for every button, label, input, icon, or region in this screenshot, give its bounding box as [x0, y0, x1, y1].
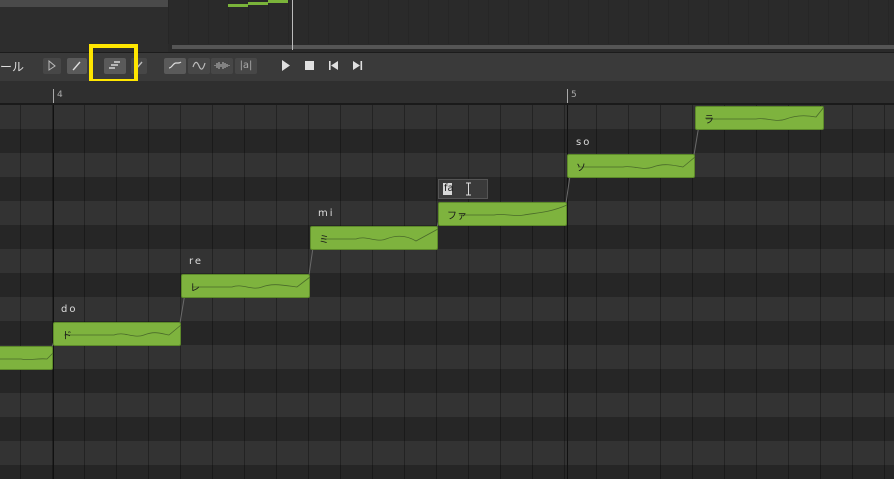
note[interactable]: ド	[53, 322, 182, 346]
piano-roll[interactable]: do ド re レ mi ミ ファ fa so ソ ラ	[0, 105, 894, 479]
pencil-icon	[72, 61, 81, 71]
note-lyric: re	[189, 256, 204, 267]
pitch-connectors	[51, 106, 703, 348]
stop-icon	[305, 61, 314, 70]
note[interactable]: レ	[181, 274, 311, 298]
note-lyric: so	[576, 137, 592, 148]
horizontal-scrollbar[interactable]	[172, 45, 894, 49]
pitch-curve-button[interactable]	[164, 58, 186, 74]
bar-marker	[567, 89, 568, 103]
pencil-tool-button[interactable]	[67, 58, 87, 74]
waveform-icon	[214, 62, 230, 69]
bar-number: 5	[571, 90, 577, 100]
play-button[interactable]	[278, 58, 294, 74]
pointer-icon	[48, 60, 56, 71]
play-icon	[282, 60, 290, 71]
overview-note	[228, 4, 248, 7]
note-kana: レ	[190, 283, 200, 294]
note-lyric: mi	[318, 208, 335, 219]
vibrato-icon	[192, 61, 206, 70]
note[interactable]: ミ	[310, 226, 439, 250]
note-kana: ド	[62, 331, 72, 342]
phoneme-button[interactable]: |a|	[235, 58, 257, 74]
note-kana: ラ	[704, 115, 714, 126]
note-kana: ファ	[447, 211, 467, 222]
overview-selection	[0, 0, 168, 7]
note-kana: ソ	[576, 163, 586, 174]
overview-note	[248, 2, 268, 5]
bar-marker	[53, 89, 54, 103]
note[interactable]: ソ	[567, 154, 696, 178]
overview-note	[268, 0, 288, 3]
tool-highlight-box	[89, 44, 138, 83]
forward-button[interactable]	[350, 58, 366, 74]
playhead[interactable]	[292, 0, 293, 50]
lyric-input-text: fa	[444, 183, 454, 194]
note[interactable]	[0, 346, 54, 370]
bar-number: 4	[57, 90, 63, 100]
note[interactable]: ファ	[438, 202, 568, 226]
lyric-edit-box[interactable]: fa	[438, 179, 488, 199]
note[interactable]: ラ	[695, 106, 825, 130]
stop-button[interactable]	[302, 58, 318, 74]
rewind-button[interactable]	[326, 58, 342, 74]
skip-back-icon	[329, 61, 338, 70]
timeline-ruler[interactable]: 4 5	[0, 81, 894, 105]
note-kana: ミ	[319, 235, 329, 246]
ibeam-cursor-icon	[466, 182, 471, 196]
overview-left-pane	[0, 0, 168, 52]
pointer-tool-button[interactable]	[43, 58, 61, 74]
waveform-button[interactable]	[211, 58, 233, 74]
overview-grid	[168, 0, 894, 44]
note-lyric: do	[61, 304, 78, 315]
pitch-curve-icon	[168, 61, 182, 69]
skip-forward-icon	[353, 61, 363, 70]
toolbar-title: ール	[0, 60, 25, 74]
vibrato-button[interactable]	[188, 58, 210, 74]
